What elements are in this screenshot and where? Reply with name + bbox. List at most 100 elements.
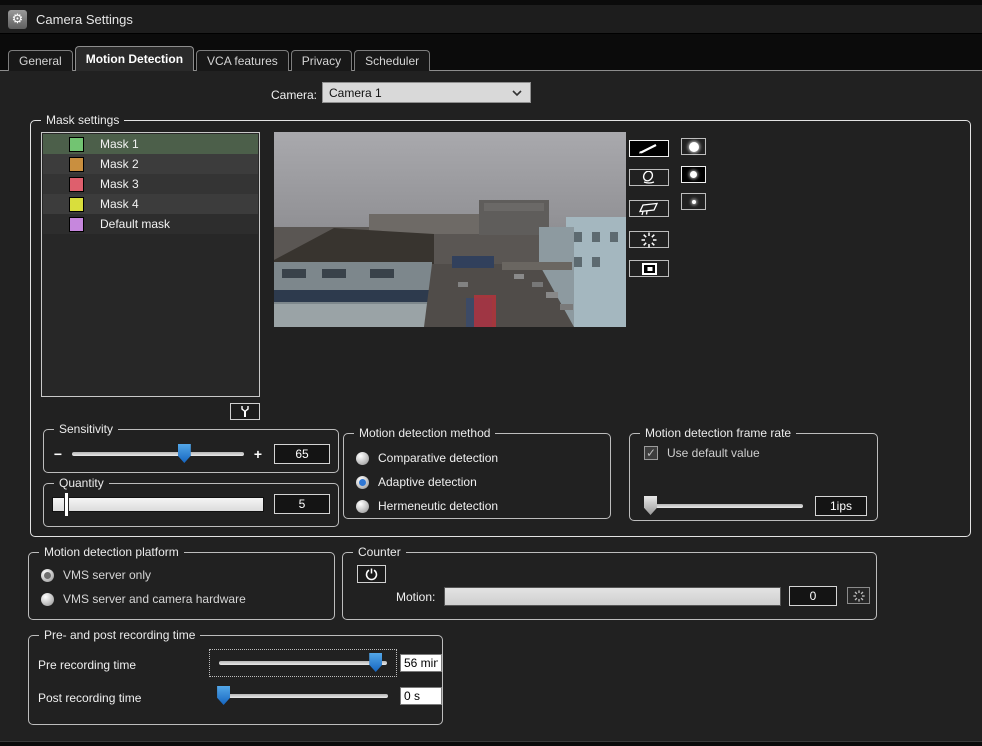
sensitivity-minus[interactable]: − [52,446,64,462]
camera-label: Camera: [255,88,317,102]
quantity-slider-thumb[interactable] [64,492,69,517]
mask-list-item[interactable]: Mask 3 [43,174,258,194]
starburst-icon [641,232,657,248]
radio-icon[interactable] [356,452,369,465]
post-recording-value-input[interactable] [400,687,442,705]
recording-time-title: Pre- and post recording time [39,628,200,642]
counter-reset-button[interactable] [847,587,870,604]
platform-group: Motion detection platform VMS server onl… [28,552,335,620]
mask-label: Mask 1 [100,137,139,151]
pen-icon [638,143,660,154]
mask-color-swatch [69,217,84,232]
method-option-label: Hermeneutic detection [378,499,498,513]
platform-option-label: VMS server only [63,568,151,582]
frame-rate-slider[interactable] [644,504,803,508]
pre-recording-slider[interactable] [209,649,397,677]
quantity-title: Quantity [54,476,109,490]
mask-list-item[interactable]: Mask 4 [43,194,258,214]
mask-color-swatch [69,137,84,152]
sensitivity-slider-thumb[interactable] [178,444,191,463]
counter-power-button[interactable] [357,565,386,583]
wrench-icon [239,405,251,418]
brush-medium-icon [690,171,697,178]
method-option-adaptive[interactable]: Adaptive detection [356,470,610,494]
chevron-down-icon [510,86,524,100]
frame-rate-slider-thumb[interactable] [644,496,657,515]
tab-vca-features[interactable]: VCA features [196,50,289,71]
mask-color-swatch [69,197,84,212]
counter-title: Counter [353,545,406,559]
brush-small-icon [692,200,696,204]
pen-tool-button[interactable] [629,140,669,157]
tab-scheduler[interactable]: Scheduler [354,50,430,71]
starburst-small-icon [853,590,865,602]
method-option-comparative[interactable]: Comparative detection [356,446,610,470]
post-recording-slider[interactable] [218,694,388,698]
sensitivity-slider[interactable] [72,452,244,456]
camera-dropdown-value: Camera 1 [329,86,510,100]
pre-recording-value-input[interactable] [400,654,442,672]
reset-mask-tool-button[interactable] [629,231,669,248]
camera-preview-image [274,132,626,327]
brush-large-button[interactable] [681,138,706,155]
frame-rate-group: Motion detection frame rate ✓ Use defaul… [629,433,878,521]
mask-list-item[interactable]: Default mask [43,214,258,234]
mask-list[interactable]: Mask 1 Mask 2 Mask 3 Mask 4 Default mask [41,132,260,397]
platform-option-label: VMS server and camera hardware [63,592,246,606]
mask-color-swatch [69,177,84,192]
mask-settings-title: Mask settings [41,113,124,127]
mask-options-button[interactable] [230,403,260,420]
mask-list-item[interactable]: Mask 1 [43,134,258,154]
sensitivity-value: 65 [274,444,330,464]
mask-label: Mask 4 [100,197,139,211]
counter-group: Counter Motion: 0 [342,552,877,620]
mask-color-swatch [69,157,84,172]
tab-strip: General Motion Detection VCA features Pr… [8,46,432,71]
post-recording-slider-thumb[interactable] [217,686,230,705]
pre-recording-label: Pre recording time [38,658,136,672]
camera-dropdown[interactable]: Camera 1 [322,82,531,103]
method-title: Motion detection method [354,426,495,440]
checkbox-icon[interactable]: ✓ [644,446,658,460]
mask-list-item[interactable]: Mask 2 [43,154,258,174]
gear-icon: ⚙ [8,10,27,29]
tab-privacy[interactable]: Privacy [291,50,352,71]
method-option-hermeneutic[interactable]: Hermeneutic detection [356,494,610,518]
platform-option-vms-only[interactable]: VMS server only [41,563,334,587]
radio-icon[interactable] [356,476,369,489]
radio-icon[interactable] [41,593,54,606]
mask-settings-group: Mask settings Mask 1 Mask 2 Mask 3 Mask … [30,120,971,537]
method-option-label: Comparative detection [378,451,498,465]
power-icon [365,568,378,581]
clear-mask-icon [637,202,661,216]
radio-icon[interactable] [41,569,54,582]
platform-option-vms-and-camera[interactable]: VMS server and camera hardware [41,587,334,611]
method-option-label: Adaptive detection [378,475,477,489]
clear-mask-tool-button[interactable] [629,200,669,217]
camera-preview[interactable] [274,132,626,327]
eraser-tool-button[interactable] [629,169,669,186]
quantity-value: 5 [274,494,330,514]
mask-label: Mask 3 [100,177,139,191]
pre-recording-slider-thumb[interactable] [369,653,382,672]
motion-label: Motion: [396,590,435,604]
fill-frame-tool-button[interactable] [629,260,669,277]
brush-medium-button[interactable] [681,166,706,183]
sensitivity-plus[interactable]: + [252,446,264,462]
frame-rate-value: 1ips [815,496,867,516]
platform-title: Motion detection platform [39,545,184,559]
tab-motion-detection[interactable]: Motion Detection [75,46,194,71]
brush-small-button[interactable] [681,193,706,210]
use-default-value-label: Use default value [667,446,760,460]
tab-general[interactable]: General [8,50,73,71]
fill-frame-icon [641,262,658,276]
recording-time-group: Pre- and post recording time Pre recordi… [28,635,443,725]
quantity-slider[interactable] [52,497,264,512]
frame-rate-title: Motion detection frame rate [640,426,796,440]
radio-icon[interactable] [356,500,369,513]
sensitivity-title: Sensitivity [54,422,118,436]
eraser-icon [638,171,660,184]
mask-label: Mask 2 [100,157,139,171]
motion-detection-method-group: Motion detection method Comparative dete… [343,433,611,519]
motion-counter-bar [444,587,781,606]
